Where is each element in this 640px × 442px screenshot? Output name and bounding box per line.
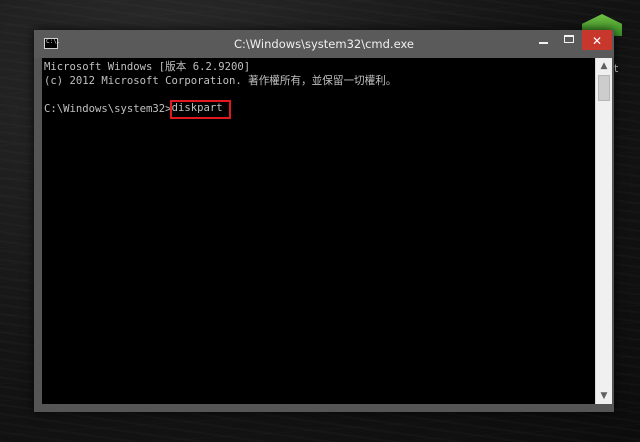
console-output[interactable]: Microsoft Windows [版本 6.2.9200] (c) 2012… xyxy=(42,58,595,404)
window-title: C:\Windows\system32\cmd.exe xyxy=(234,37,414,51)
console-prompt-line: C:\Windows\system32>diskpart xyxy=(44,100,231,119)
maximize-button[interactable] xyxy=(556,30,582,50)
vertical-scrollbar[interactable]: ▲ ▼ xyxy=(595,58,612,404)
desktop-shortcut-label: t xyxy=(614,62,619,75)
console-line-copyright: (c) 2012 Microsoft Corporation. 著作權所有，並保… xyxy=(44,75,397,87)
minimize-button[interactable] xyxy=(530,30,556,50)
console-prompt: C:\Windows\system32> xyxy=(44,103,172,115)
command-text: diskpart xyxy=(171,102,223,114)
close-icon: ✕ xyxy=(591,34,603,48)
cmd-window[interactable]: C:\. C:\Windows\system32\cmd.exe ✕ Micro… xyxy=(34,30,614,412)
title-bar[interactable]: C:\. C:\Windows\system32\cmd.exe ✕ xyxy=(34,30,614,58)
highlighted-command: diskpart xyxy=(169,100,231,119)
maximize-icon xyxy=(564,35,574,43)
minimize-icon xyxy=(539,42,548,44)
scroll-up-arrow-icon[interactable]: ▲ xyxy=(596,58,612,74)
console-line-version: Microsoft Windows [版本 6.2.9200] xyxy=(44,61,251,73)
scrollbar-thumb[interactable] xyxy=(598,75,610,101)
scroll-down-arrow-icon[interactable]: ▼ xyxy=(596,388,612,404)
close-button[interactable]: ✕ xyxy=(582,30,612,50)
